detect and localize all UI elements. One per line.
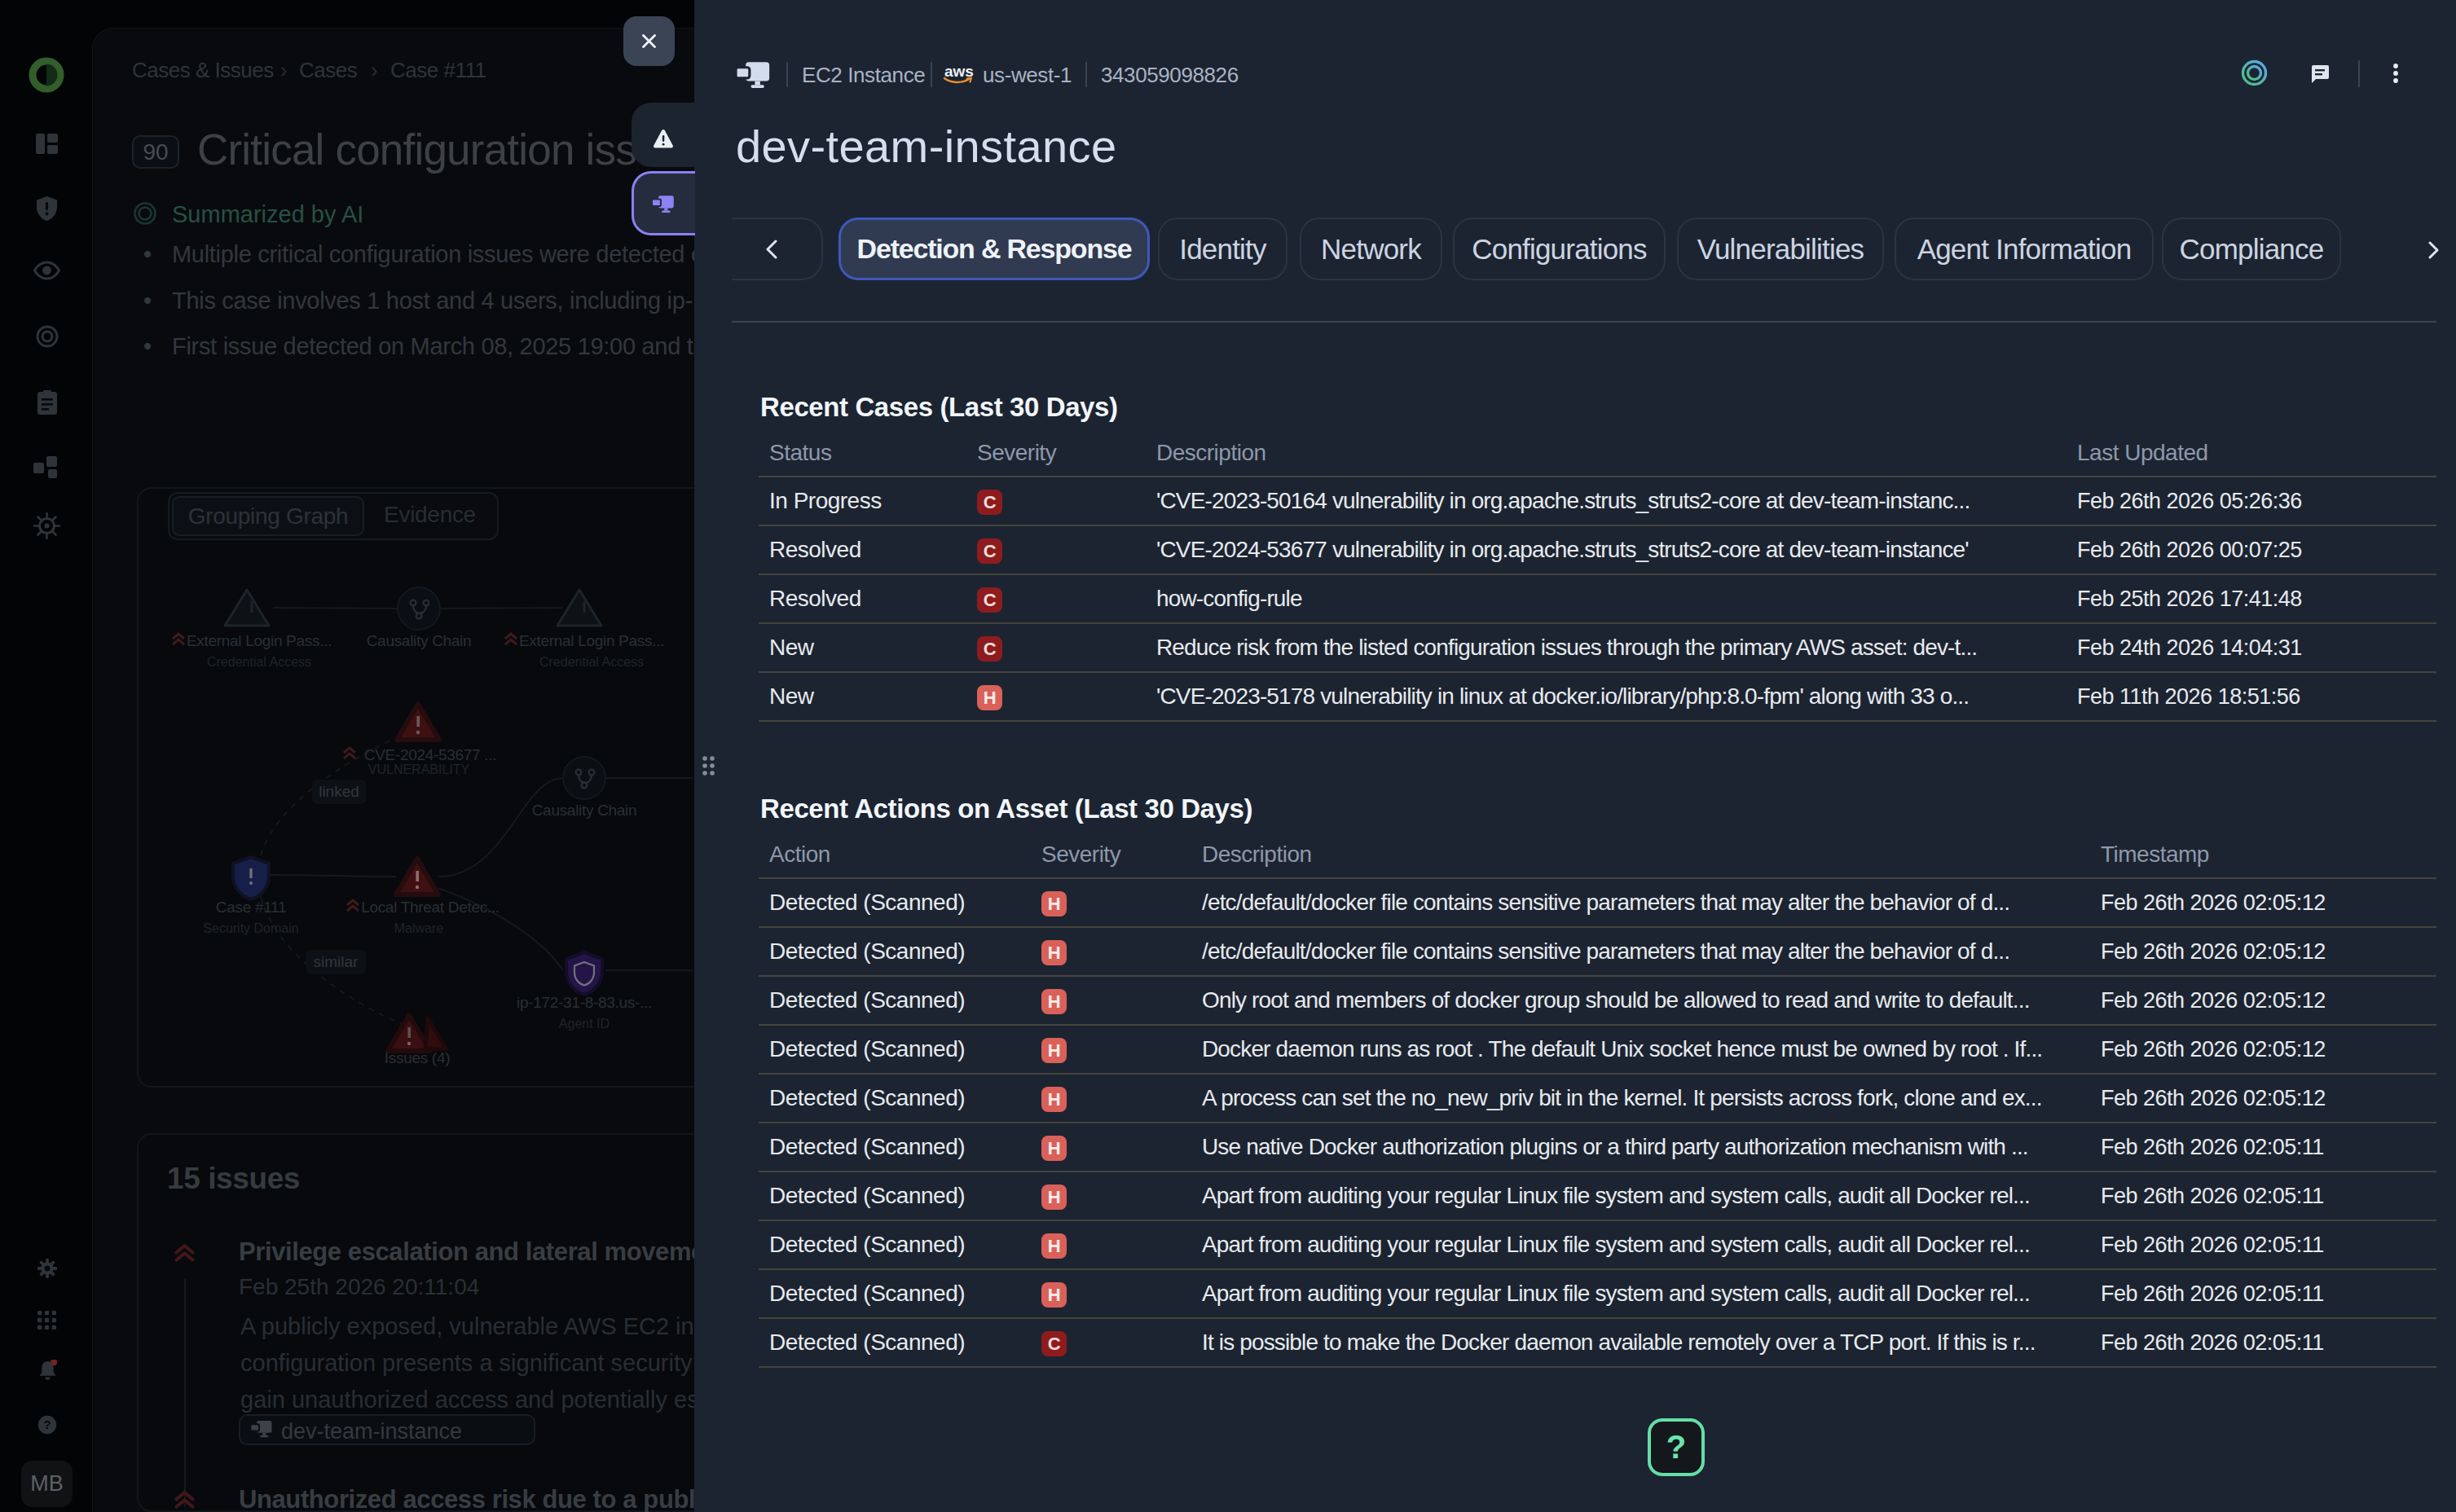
svg-text:aws: aws bbox=[944, 63, 974, 80]
